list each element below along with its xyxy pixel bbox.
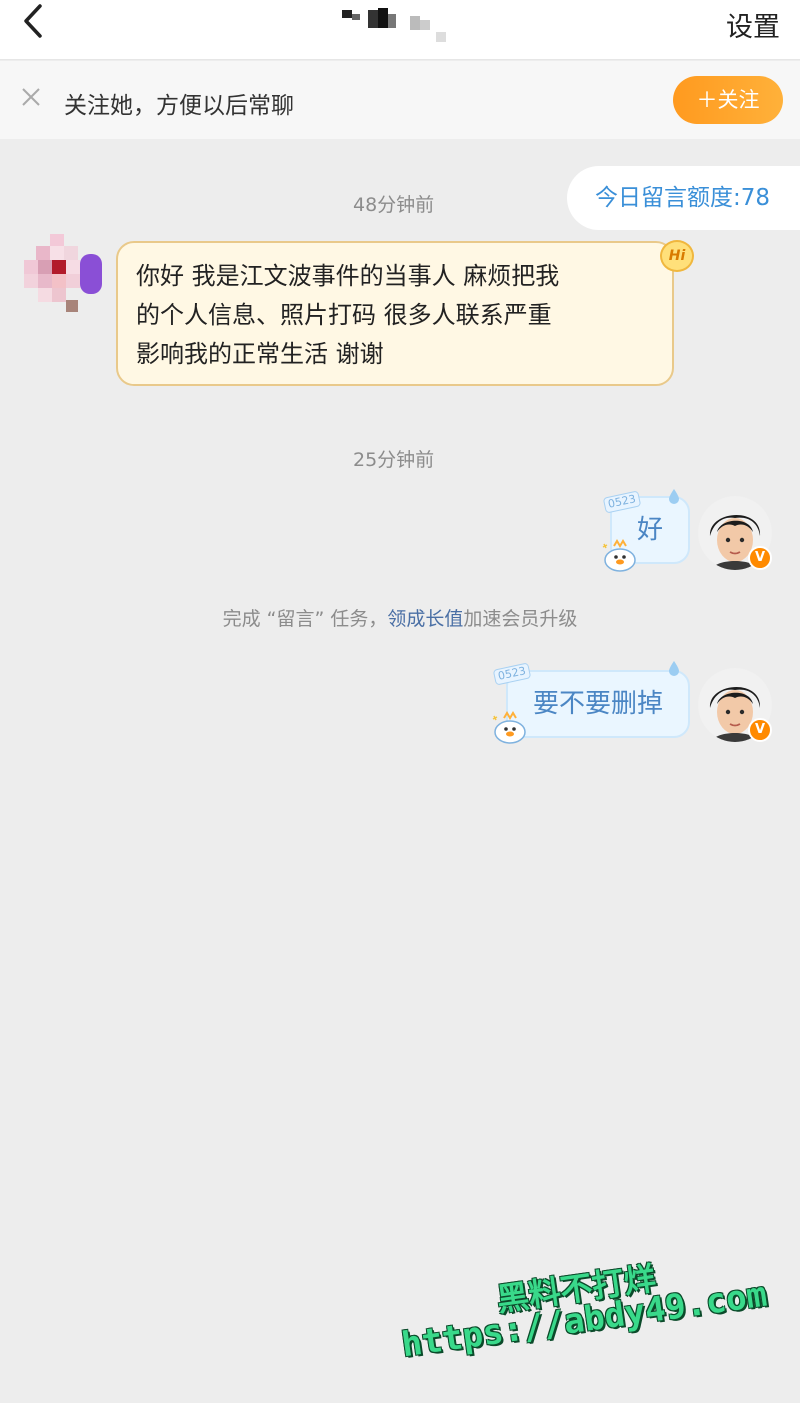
verified-v-icon: V bbox=[748, 718, 772, 742]
settings-button[interactable]: 设置 bbox=[726, 5, 780, 44]
system-tip: 完成 “留言” 任务，领成长值加速会员升级 bbox=[0, 604, 800, 631]
follow-prompt-text: 关注她，方便以后常聊 bbox=[64, 93, 294, 119]
close-icon[interactable] bbox=[20, 86, 42, 108]
timestamp: 25分钟前 bbox=[353, 449, 435, 471]
message-line: 你好 我是江文波事件的当事人 麻烦把我 bbox=[136, 262, 560, 290]
incoming-message-bubble[interactable]: 你好 我是江文波事件的当事人 麻烦把我 的个人信息、照片打码 很多人联系严重 影… bbox=[116, 241, 674, 386]
duck-sticker-icon bbox=[600, 536, 640, 576]
message-quota-pill[interactable]: 今日留言额度:78 bbox=[567, 166, 800, 230]
avatar-redacted[interactable] bbox=[24, 234, 104, 314]
follow-button[interactable]: ＋关注 bbox=[673, 76, 783, 124]
droplet-icon bbox=[668, 488, 680, 504]
back-arrow-icon[interactable] bbox=[14, 2, 54, 42]
chat-header: 设置 bbox=[0, 0, 800, 60]
outgoing-message-bubble[interactable]: 要不要删掉 bbox=[506, 670, 690, 738]
duck-sticker-icon bbox=[490, 708, 530, 748]
message-line: 影响我的正常生活 谢谢 bbox=[136, 340, 384, 368]
system-tip-text: 完成 “留言” 任务， bbox=[222, 608, 388, 630]
droplet-icon bbox=[668, 660, 680, 676]
message-line: 的个人信息、照片打码 很多人联系严重 bbox=[136, 301, 552, 329]
timestamp: 48分钟前 bbox=[353, 194, 435, 216]
contact-name-redacted bbox=[340, 6, 450, 46]
system-tip-text: 加速会员升级 bbox=[463, 608, 578, 630]
growth-value-link[interactable]: 领成长值 bbox=[387, 608, 463, 630]
verified-v-icon: V bbox=[748, 546, 772, 570]
hi-badge-icon: Hi bbox=[660, 240, 694, 272]
